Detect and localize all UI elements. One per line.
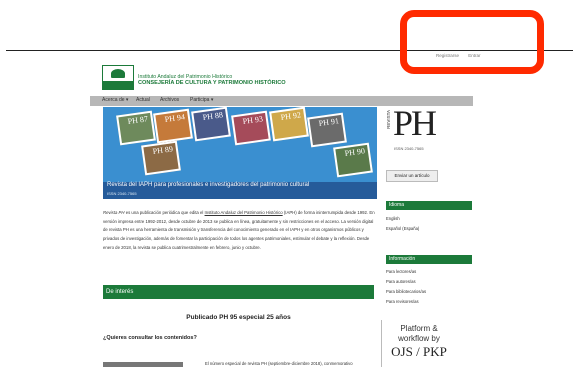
- pkp-line1: Platform &: [400, 324, 438, 333]
- contents-question: ¿Quieres consultar los contenidos?: [103, 335, 197, 341]
- junta-andalucia-logo[interactable]: [102, 65, 134, 90]
- pkp-line2: workflow by: [398, 334, 440, 343]
- info-link-readers[interactable]: Para lectores/as: [386, 269, 416, 274]
- cover-tile: PH 87: [116, 110, 156, 146]
- annotation-highlight-box: [400, 10, 544, 74]
- cover-tile: PH 90: [333, 142, 373, 178]
- info-link-librarians[interactable]: Para bibliotecarios/as: [386, 289, 426, 294]
- interest-heading: De interés: [103, 285, 374, 299]
- hero-issn: ISSN 2340-7565: [107, 191, 137, 196]
- article-thumbnail: [103, 362, 183, 367]
- article-excerpt: El número especial de revista PH (septie…: [205, 361, 353, 366]
- publication-title: Publicado PH 95 especial 25 años: [186, 314, 291, 321]
- journal-description: Revista PH es una publicación periódica …: [103, 209, 379, 253]
- nav-item-archives[interactable]: Archivos: [160, 97, 179, 103]
- hero-title: Revista del IAPH para profesionales e in…: [107, 182, 310, 188]
- revista-ph-logo: REVISTA PH ISSN 2340-7565: [386, 103, 444, 158]
- org-name-line2: CONSEJERÍA DE CULTURA Y PATRIMONIO HISTÓ…: [138, 80, 286, 86]
- cover-tile: PH 91: [307, 112, 347, 148]
- cover-tile: PH 88: [191, 107, 231, 142]
- brand-issn: ISSN 2340-7565: [394, 146, 424, 151]
- language-heading: Idioma: [386, 201, 472, 210]
- info-link-reviewers[interactable]: Para revisores/as: [386, 299, 419, 304]
- nav-item-about[interactable]: Acerca de ▾: [102, 97, 128, 103]
- description-text: (IAPH) de forma ininterrumpida desde 199…: [103, 210, 375, 250]
- info-link-authors[interactable]: Para autores/as: [386, 279, 416, 284]
- cover-tile: PH 92: [269, 107, 309, 142]
- nav-item-current[interactable]: Actual: [136, 97, 150, 103]
- iaph-link[interactable]: Instituto Andaluz del Patrimonio Históri…: [205, 210, 283, 215]
- description-text: es una publicación periódica que edita e…: [124, 210, 205, 215]
- logo-emblem-icon: [111, 69, 125, 78]
- pkp-logo[interactable]: OJS / PKP: [386, 344, 452, 360]
- send-article-button[interactable]: Enviar un artículo: [386, 170, 438, 182]
- language-spanish[interactable]: Español (España): [386, 226, 419, 231]
- journal-name: Revista PH: [103, 210, 125, 215]
- info-heading: Información: [386, 255, 472, 264]
- nav-item-participate[interactable]: Participa ▾: [190, 97, 213, 103]
- brand-name: PH: [393, 103, 437, 143]
- cover-tile: PH 93: [231, 110, 271, 146]
- sidebar-divider: [381, 320, 382, 367]
- cover-tile: PH 94: [153, 108, 193, 144]
- brand-vertical-text: REVISTA: [386, 110, 391, 129]
- language-english[interactable]: English: [386, 216, 400, 221]
- logo-band: [103, 81, 133, 89]
- cover-tile: PH 89: [141, 140, 181, 176]
